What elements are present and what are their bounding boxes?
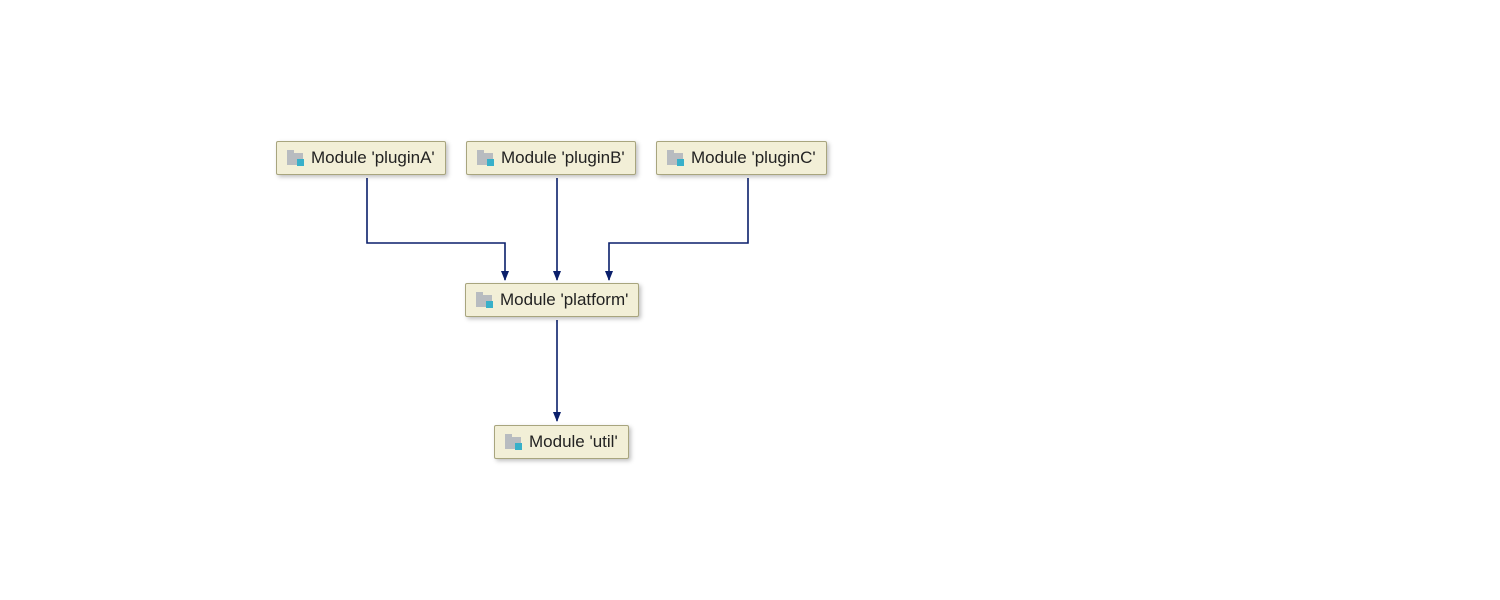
module-node-pluginA[interactable]: Module 'pluginA' <box>276 141 446 175</box>
module-node-platform[interactable]: Module 'platform' <box>465 283 639 317</box>
module-label: Module 'platform' <box>500 290 628 310</box>
module-label: Module 'pluginC' <box>691 148 816 168</box>
edge-pluginC-platform <box>609 178 748 280</box>
module-node-pluginB[interactable]: Module 'pluginB' <box>466 141 636 175</box>
dependency-arrows <box>0 0 1500 600</box>
edge-pluginA-platform <box>367 178 505 280</box>
module-folder-icon <box>476 292 494 308</box>
module-node-util[interactable]: Module 'util' <box>494 425 629 459</box>
module-folder-icon <box>287 150 305 166</box>
module-label: Module 'pluginB' <box>501 148 625 168</box>
module-node-pluginC[interactable]: Module 'pluginC' <box>656 141 827 175</box>
module-label: Module 'util' <box>529 432 618 452</box>
module-label: Module 'pluginA' <box>311 148 435 168</box>
module-folder-icon <box>667 150 685 166</box>
module-folder-icon <box>477 150 495 166</box>
module-folder-icon <box>505 434 523 450</box>
